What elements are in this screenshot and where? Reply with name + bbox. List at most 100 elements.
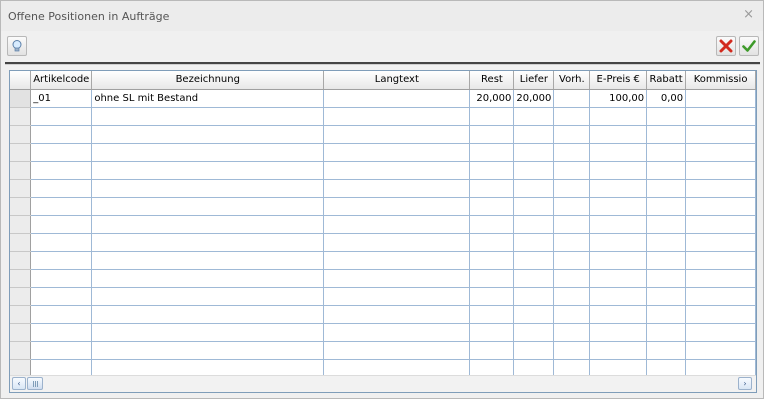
ok-button[interactable] (739, 36, 759, 56)
cell-epreis[interactable] (589, 323, 648, 342)
cell-vorh[interactable] (553, 107, 591, 126)
column-header-artikelcode[interactable]: Artikelcode (30, 71, 93, 90)
row-indicator[interactable] (10, 287, 32, 306)
cell-liefer[interactable] (513, 161, 555, 180)
cell-epreis[interactable] (589, 143, 648, 162)
cell-artikelcode[interactable] (30, 143, 93, 162)
cell-kommission[interactable] (685, 107, 756, 126)
cell-epreis[interactable] (589, 179, 648, 198)
cell-artikelcode[interactable] (30, 161, 93, 180)
cell-kommission[interactable] (685, 143, 756, 162)
column-header-rabatt[interactable]: Rabatt (646, 71, 687, 90)
cell-rabatt[interactable] (646, 215, 687, 234)
cell-rabatt[interactable] (646, 341, 687, 360)
cell-kommission[interactable] (685, 89, 756, 108)
cell-rest[interactable]: 20,000 (469, 89, 515, 108)
cell-rest[interactable] (469, 305, 515, 324)
cell-kommission[interactable] (685, 305, 756, 324)
cell-epreis[interactable] (589, 107, 648, 126)
cell-rabatt[interactable] (646, 323, 687, 342)
row-indicator[interactable] (10, 305, 32, 324)
cell-bezeichnung[interactable]: ohne SL mit Bestand (91, 89, 325, 108)
column-header-liefer[interactable]: Liefer (513, 71, 555, 90)
cell-artikelcode[interactable] (30, 305, 93, 324)
cell-liefer[interactable] (513, 233, 555, 252)
cell-epreis[interactable] (589, 125, 648, 144)
cell-rabatt[interactable] (646, 305, 687, 324)
cell-bezeichnung[interactable] (91, 233, 325, 252)
cell-bezeichnung[interactable] (91, 143, 325, 162)
horizontal-scrollbar[interactable]: ‹ › (10, 375, 756, 392)
cell-vorh[interactable] (553, 305, 591, 324)
table-row[interactable] (10, 287, 756, 306)
table-row[interactable] (10, 305, 756, 324)
cancel-button[interactable] (716, 36, 736, 56)
cell-liefer[interactable] (513, 341, 555, 360)
cell-bezeichnung[interactable] (91, 197, 325, 216)
hint-button[interactable] (7, 36, 27, 56)
cell-vorh[interactable] (553, 341, 591, 360)
cell-kommission[interactable] (685, 251, 756, 270)
cell-rabatt[interactable] (646, 269, 687, 288)
column-header-kommission[interactable]: Kommissio (685, 71, 756, 90)
row-indicator[interactable] (10, 197, 32, 216)
cell-vorh[interactable] (553, 197, 591, 216)
cell-kommission[interactable] (685, 341, 756, 360)
table-row[interactable]: _01 ohne SL mit Bestand 20,000 20,000 10… (10, 89, 756, 108)
cell-liefer[interactable] (513, 251, 555, 270)
table-row[interactable] (10, 143, 756, 162)
cell-artikelcode[interactable] (30, 251, 93, 270)
cell-rabatt[interactable] (646, 251, 687, 270)
cell-langtext[interactable] (323, 89, 471, 108)
row-indicator[interactable] (10, 179, 32, 198)
cell-epreis[interactable]: 100,00 (589, 89, 648, 108)
column-header-bezeichnung[interactable]: Bezeichnung (91, 71, 325, 90)
cell-langtext[interactable] (323, 251, 471, 270)
cell-vorh[interactable] (553, 143, 591, 162)
cell-kommission[interactable] (685, 233, 756, 252)
cell-rest[interactable] (469, 341, 515, 360)
row-indicator[interactable] (10, 233, 32, 252)
cell-kommission[interactable] (685, 269, 756, 288)
cell-artikelcode[interactable] (30, 215, 93, 234)
cell-rest[interactable] (469, 143, 515, 162)
cell-langtext[interactable] (323, 107, 471, 126)
scroll-left-button[interactable]: ‹ (12, 377, 26, 390)
cell-artikelcode[interactable] (30, 323, 93, 342)
cell-rest[interactable] (469, 269, 515, 288)
cell-artikelcode[interactable] (30, 107, 93, 126)
cell-rabatt[interactable] (646, 107, 687, 126)
table-row[interactable] (10, 323, 756, 342)
cell-epreis[interactable] (589, 215, 648, 234)
cell-vorh[interactable] (553, 161, 591, 180)
cell-vorh[interactable] (553, 323, 591, 342)
cell-epreis[interactable] (589, 197, 648, 216)
cell-bezeichnung[interactable] (91, 215, 325, 234)
table-row[interactable] (10, 251, 756, 270)
cell-langtext[interactable] (323, 215, 471, 234)
row-indicator[interactable] (10, 215, 32, 234)
cell-kommission[interactable] (685, 287, 756, 306)
cell-langtext[interactable] (323, 161, 471, 180)
cell-rabatt[interactable] (646, 125, 687, 144)
cell-rabatt[interactable] (646, 179, 687, 198)
table-row[interactable] (10, 107, 756, 126)
close-icon[interactable]: × (743, 7, 754, 22)
cell-langtext[interactable] (323, 341, 471, 360)
cell-langtext[interactable] (323, 305, 471, 324)
cell-artikelcode[interactable] (30, 179, 93, 198)
cell-bezeichnung[interactable] (91, 305, 325, 324)
cell-liefer[interactable] (513, 125, 555, 144)
cell-rest[interactable] (469, 215, 515, 234)
cell-rest[interactable] (469, 107, 515, 126)
cell-liefer[interactable] (513, 143, 555, 162)
cell-liefer[interactable] (513, 197, 555, 216)
cell-langtext[interactable] (323, 269, 471, 288)
cell-rest[interactable] (469, 233, 515, 252)
cell-rabatt[interactable] (646, 197, 687, 216)
cell-liefer[interactable] (513, 179, 555, 198)
column-header-vorh[interactable]: Vorh. (553, 71, 591, 90)
cell-rabatt[interactable] (646, 161, 687, 180)
cell-liefer[interactable] (513, 269, 555, 288)
cell-bezeichnung[interactable] (91, 107, 325, 126)
